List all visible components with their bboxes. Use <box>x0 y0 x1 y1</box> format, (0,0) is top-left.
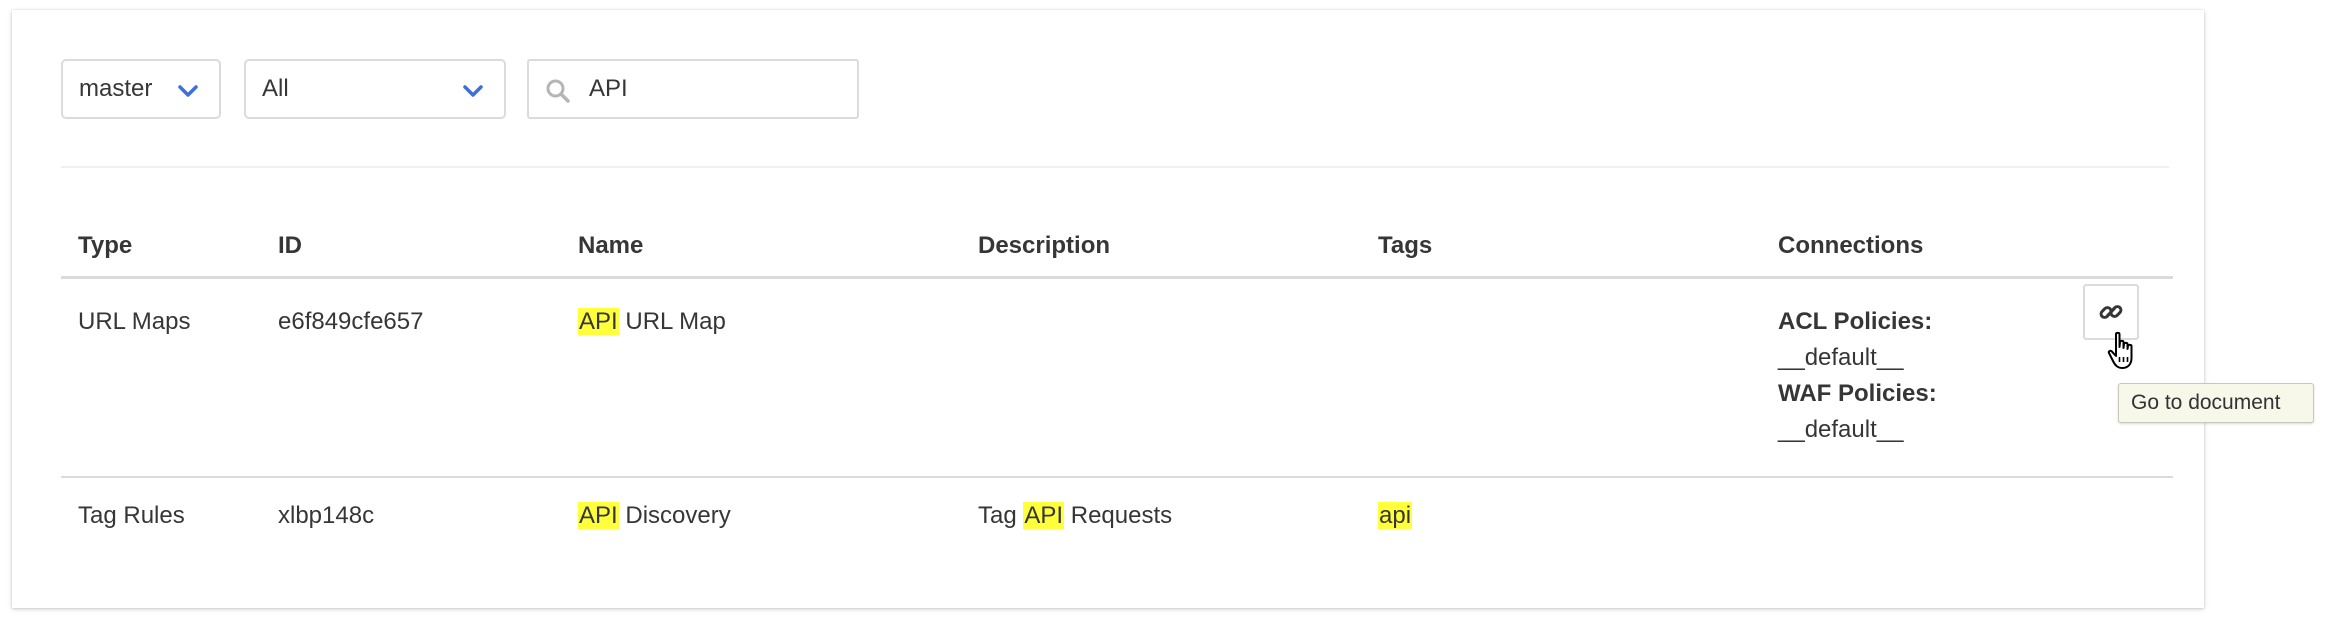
tag-highlight: api <box>1378 502 1413 529</box>
row-id: xlbp148c <box>278 502 375 529</box>
table-header-border <box>61 276 2173 279</box>
table-row-border <box>61 476 2173 478</box>
row-name-text: URL Map <box>618 308 726 335</box>
type-select-value: All <box>262 75 289 102</box>
connection-value-waf: __default__ <box>1778 416 1904 443</box>
branch-select-value: master <box>79 75 153 102</box>
chevron-down-icon <box>178 85 198 97</box>
branch-select[interactable]: master <box>61 59 221 119</box>
row-description: Tag API Requests <box>978 502 1172 530</box>
connection-label-waf: WAF Policies: <box>1778 380 1937 407</box>
search-icon <box>546 79 570 103</box>
search-input[interactable]: API <box>527 59 859 119</box>
tooltip: Go to document <box>2118 383 2314 423</box>
search-results-card: master All API Type ID Name Description … <box>12 10 2204 608</box>
column-header-tags[interactable]: Tags <box>1378 232 1432 260</box>
search-highlight: API <box>1023 502 1065 529</box>
column-header-name[interactable]: Name <box>578 232 643 260</box>
row-type: Tag Rules <box>78 502 185 529</box>
column-header-id[interactable]: ID <box>278 232 302 260</box>
chevron-down-icon <box>463 85 483 97</box>
row-name-text: Discovery <box>618 502 731 529</box>
row-description-text: Tag <box>978 502 1024 529</box>
search-highlight: API <box>578 502 619 529</box>
connection-value-acl: __default__ <box>1778 344 1904 371</box>
row-name[interactable]: API URL Map <box>578 308 726 336</box>
section-divider <box>61 166 2169 168</box>
column-header-description[interactable]: Description <box>978 232 1110 260</box>
connection-label-acl: ACL Policies: <box>1778 308 1933 335</box>
row-type: URL Maps <box>78 308 191 335</box>
column-header-type[interactable]: Type <box>78 232 132 260</box>
hand-pointer-icon <box>2107 331 2133 369</box>
type-select[interactable]: All <box>244 59 506 119</box>
row-id: e6f849cfe657 <box>278 308 424 335</box>
row-name[interactable]: API Discovery <box>578 502 731 530</box>
column-header-connections[interactable]: Connections <box>1778 232 1923 260</box>
search-input-value: API <box>589 75 628 102</box>
search-highlight: API <box>578 308 619 335</box>
link-icon <box>2099 305 2123 319</box>
row-tags: api <box>1378 502 1413 530</box>
row-description-text: Requests <box>1064 502 1173 529</box>
